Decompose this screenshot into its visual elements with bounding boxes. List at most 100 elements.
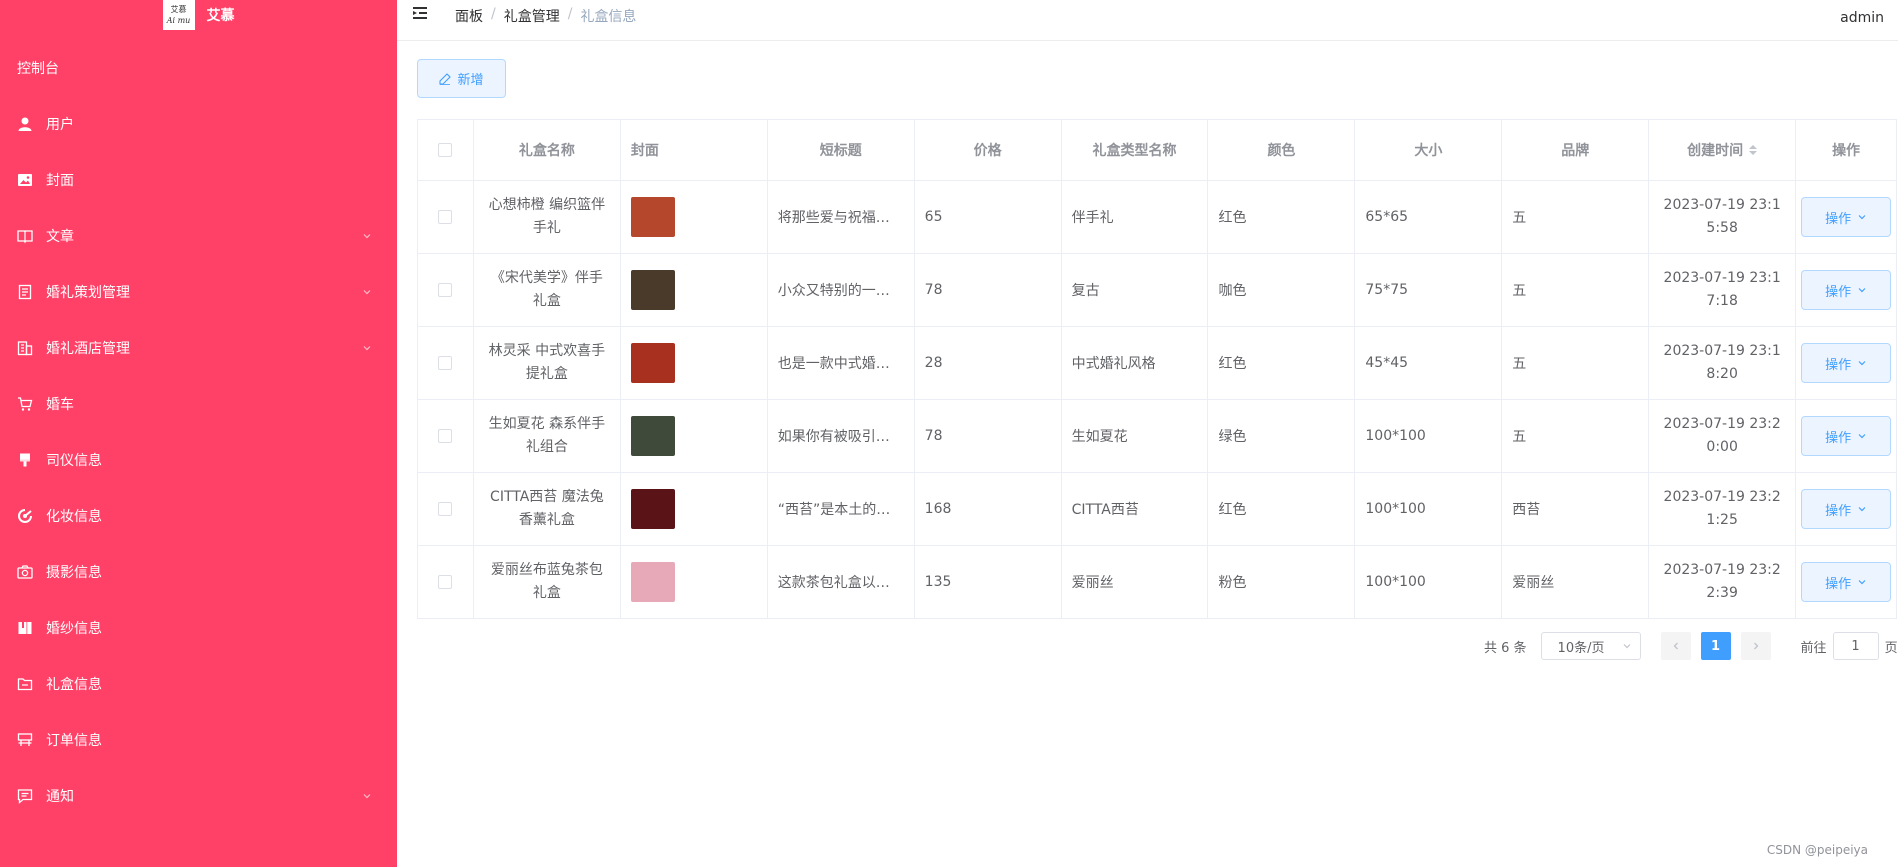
- sidebar-item-4[interactable]: 婚礼酒店管理: [0, 320, 397, 376]
- cover-thumbnail[interactable]: [630, 562, 675, 602]
- next-page-button[interactable]: [1740, 632, 1771, 660]
- sidebar-item-6[interactable]: 司仪信息: [0, 432, 397, 488]
- chevron-down-icon: [1858, 434, 1866, 439]
- sidebar: 艾慕 Ai mu 艾慕 控制台 用户 封面 文章 婚礼策划管理 婚礼酒店管理 婚车 司仪信息…: [0, 0, 397, 867]
- cell-brand: 五: [1502, 400, 1650, 472]
- hamburger-icon[interactable]: [413, 6, 431, 22]
- cover-thumbnail[interactable]: [630, 416, 675, 456]
- sidebar-item-9[interactable]: 婚纱信息: [0, 600, 397, 656]
- goto-page-input[interactable]: [1832, 632, 1879, 660]
- action-label: 操作: [1825, 284, 1852, 300]
- cell-created-time: 2023-07-19 23:22:39: [1649, 546, 1797, 618]
- sidebar-item-11[interactable]: 订单信息: [0, 712, 397, 768]
- sidebar-item-console[interactable]: 控制台: [0, 40, 397, 96]
- sidebar-item-0[interactable]: 用户: [0, 96, 397, 152]
- row-checkbox[interactable]: [438, 356, 453, 370]
- select-all-checkbox[interactable]: [438, 143, 453, 157]
- sidebar-item-label: 控制台: [17, 61, 59, 77]
- row-checkbox[interactable]: [438, 429, 453, 443]
- page-number-1[interactable]: 1: [1700, 632, 1731, 660]
- prev-page-button[interactable]: [1660, 632, 1691, 660]
- cell-created-time: 2023-07-19 23:20:00: [1649, 400, 1797, 472]
- row-checkbox[interactable]: [438, 575, 453, 589]
- cell-size: 65*65: [1355, 181, 1503, 253]
- short-title: 如果你有被吸引，那就带走它吧: [777, 429, 904, 445]
- row-action-button[interactable]: 操作: [1801, 270, 1892, 310]
- cover-thumbnail[interactable]: [630, 270, 675, 310]
- table-row: 《宋代美学》伴手礼盒 小众又特别的一款宋代美学礼盒 78复古咖色75*75五 2023…: [418, 254, 1898, 327]
- action-label: 操作: [1825, 430, 1852, 446]
- cell-type: 伴手礼: [1062, 181, 1209, 253]
- cell-name: 心想柿橙 编织篮伴手礼: [474, 181, 621, 253]
- page-size-select[interactable]: 10条/页: [1540, 632, 1641, 660]
- cell-brand: 五: [1502, 254, 1650, 326]
- logo-line-2: Ai mu: [166, 16, 191, 25]
- cell-short-title: 将那些爱与祝福都装进小篮子里: [768, 181, 915, 253]
- header-select-all: [418, 120, 474, 180]
- page-jump: 前往 页: [1801, 632, 1898, 660]
- giftbox-name: 《宋代美学》伴手礼盒: [490, 270, 603, 309]
- sidebar-item-2[interactable]: 文章: [0, 208, 397, 264]
- cell-created-time: 2023-07-19 23:15:58: [1649, 181, 1797, 253]
- chevron-down-icon: [363, 290, 371, 295]
- cell-created-time: 2023-07-19 23:18:20: [1649, 327, 1797, 399]
- short-title: 将那些爱与祝福都装进小篮子里: [777, 210, 904, 226]
- sidebar-item-3[interactable]: 婚礼策划管理: [0, 264, 397, 320]
- cell-brand: 爱丽丝: [1502, 546, 1650, 618]
- add-button[interactable]: 新增: [417, 59, 506, 98]
- cell-size: 100*100: [1355, 473, 1503, 545]
- cover-thumbnail[interactable]: [630, 489, 675, 529]
- chevron-down-icon: [1623, 644, 1630, 649]
- sidebar-item-label: 通知: [46, 789, 74, 805]
- breadcrumb-item-dashboard[interactable]: 面板: [455, 6, 483, 26]
- cell-price: 135: [915, 546, 1062, 618]
- sidebar-item-7[interactable]: 化妆信息: [0, 488, 397, 544]
- cell-actions: 操作: [1796, 327, 1898, 399]
- row-action-button[interactable]: 操作: [1801, 343, 1892, 383]
- chevron-left-icon: [1673, 642, 1678, 650]
- sidebar-item-label: 文章: [46, 229, 74, 245]
- row-checkbox[interactable]: [438, 210, 453, 224]
- row-action-button[interactable]: 操作: [1801, 197, 1892, 237]
- giftbox-name: 心想柿橙 编织篮伴手礼: [488, 197, 606, 236]
- row-action-button[interactable]: 操作: [1801, 416, 1892, 456]
- sidebar-item-12[interactable]: 通知: [0, 768, 397, 824]
- sidebar-item-label: 婚车: [46, 397, 74, 413]
- user-name[interactable]: admin: [1840, 10, 1884, 26]
- chevron-down-icon: [363, 234, 371, 239]
- short-title: 小众又特别的一款宋代美学礼盒: [777, 283, 904, 299]
- breadcrumb-item-current: 礼盒信息: [580, 9, 637, 25]
- cell-short-title: 也是一款中式婚礼风格礼盒: [768, 327, 915, 399]
- sidebar-item-label: 婚礼酒店管理: [46, 341, 130, 357]
- table-row: 生如夏花 森系伴手礼组合 如果你有被吸引，那就带走它吧 78生如夏花绿色100*10…: [418, 400, 1898, 473]
- sidebar-item-1[interactable]: 封面: [0, 152, 397, 208]
- sidebar-item-8[interactable]: 摄影信息: [0, 544, 397, 600]
- sidebar-item-10[interactable]: 礼盒信息: [0, 656, 397, 712]
- cell-size: 75*75: [1355, 254, 1503, 326]
- breadcrumb-item-giftbox-manage[interactable]: 礼盒管理: [504, 6, 560, 26]
- building-icon: [17, 340, 33, 356]
- cell-cover: [621, 254, 768, 326]
- cell-short-title: “西苔”是本土的一个香氛品牌: [768, 473, 915, 545]
- table-row: 爱丽丝布蓝兔茶包礼盒这款茶包礼盒以爱丽丝为主题135爱丽丝粉色100*100爱丽…: [418, 546, 1898, 619]
- giftbox-name: 生如夏花 森系伴手礼组合: [488, 416, 606, 455]
- row-action-button[interactable]: 操作: [1801, 489, 1892, 529]
- sort-icon[interactable]: [1749, 145, 1758, 155]
- row-checkbox[interactable]: [438, 283, 453, 297]
- header-created-time[interactable]: 创建时间: [1649, 120, 1797, 180]
- cell-name: 爱丽丝布蓝兔茶包礼盒: [474, 546, 621, 618]
- row-action-button[interactable]: 操作: [1801, 562, 1892, 602]
- cell-name: 生如夏花 森系伴手礼组合: [474, 400, 621, 472]
- row-checkbox[interactable]: [438, 502, 453, 516]
- short-title: “西苔”是本土的一个香氛品牌: [777, 502, 904, 518]
- giftbox-name: 林灵采 中式欢喜手提礼盒: [488, 343, 606, 382]
- cover-thumbnail[interactable]: [630, 343, 675, 383]
- watermark: CSDN @peipeiya: [1766, 843, 1868, 857]
- user-icon: [17, 116, 33, 132]
- sidebar-item-5[interactable]: 婚车: [0, 376, 397, 432]
- cell-actions: 操作: [1796, 400, 1898, 472]
- header-created-time-label: 创建时间: [1687, 143, 1744, 159]
- cell-brand: 五: [1502, 327, 1650, 399]
- action-label: 操作: [1825, 503, 1852, 519]
- cover-thumbnail[interactable]: [630, 197, 675, 237]
